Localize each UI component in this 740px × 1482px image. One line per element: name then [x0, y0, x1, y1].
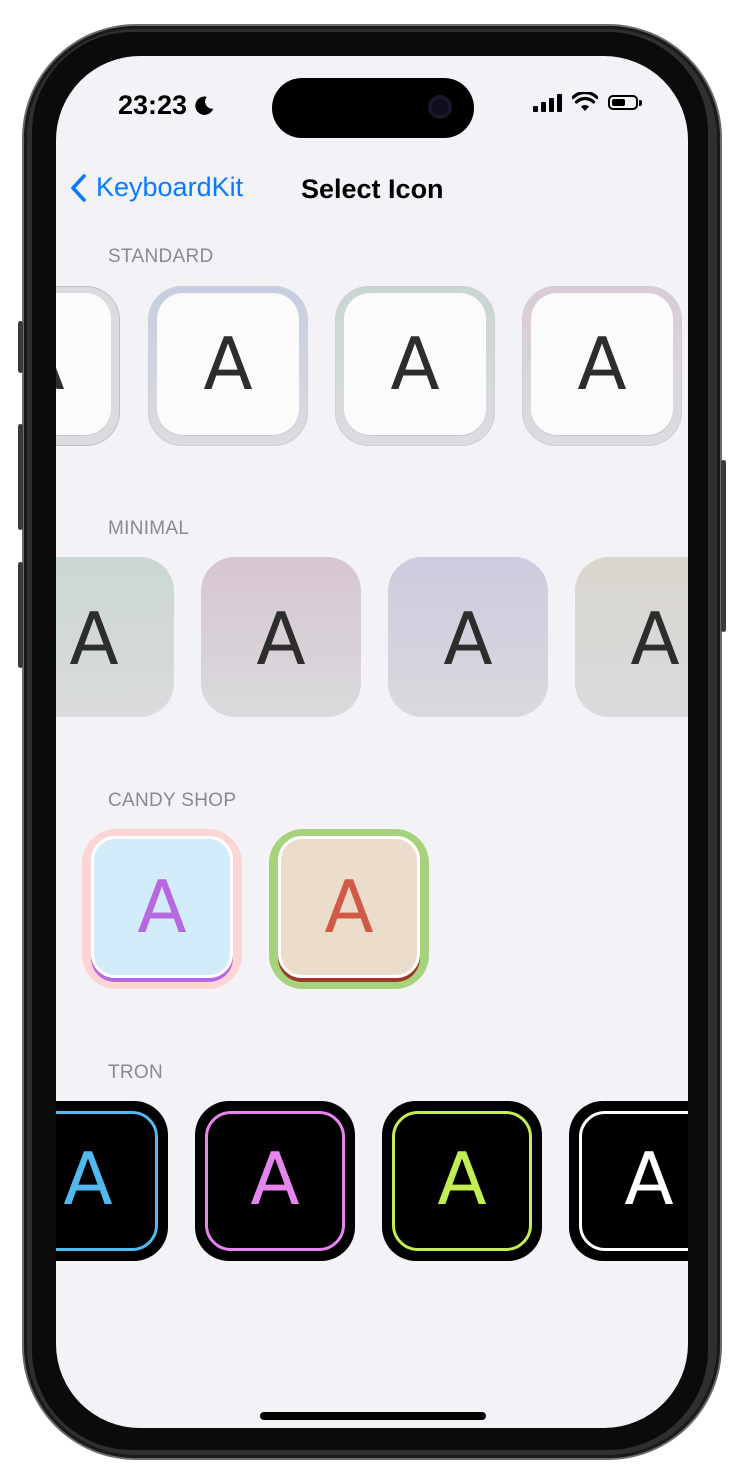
icon-letter: A [630, 597, 680, 681]
icon-letter: A [203, 322, 253, 406]
icon-letter: A [437, 1137, 487, 1221]
back-button-label: KeyboardKit [96, 172, 244, 202]
icon-option[interactable]: A [56, 1101, 168, 1261]
icon-letter: A [250, 1137, 300, 1221]
icon-letter: A [137, 865, 187, 949]
icon-option[interactable]: A [269, 829, 429, 989]
icon-option[interactable]: A [382, 1101, 542, 1261]
moon-icon [195, 96, 214, 115]
icon-letter: A [324, 865, 374, 949]
section-label-minimal: MINIMAL [108, 518, 190, 539]
icon-option[interactable]: A [522, 286, 682, 446]
icon-option[interactable]: A [82, 829, 242, 989]
icon-option[interactable]: A [195, 1101, 355, 1261]
icon-row-minimal: A A A A [56, 557, 688, 727]
dynamic-island [272, 78, 474, 138]
icon-option[interactable]: A [335, 286, 495, 446]
icon-letter: A [624, 1137, 674, 1221]
icon-letter: A [443, 597, 493, 681]
wifi-icon [572, 92, 598, 111]
section-label-standard: STANDARD [108, 246, 214, 267]
icon-option[interactable]: A [388, 557, 548, 717]
battery-icon [608, 94, 642, 110]
icon-letter: A [56, 328, 120, 400]
icon-option[interactable]: A [148, 286, 308, 446]
home-indicator[interactable] [260, 1412, 486, 1420]
icon-row-tron: A A A A [56, 1101, 688, 1271]
icon-letter: A [390, 322, 440, 406]
action-button [18, 321, 23, 373]
icon-row-candy-shop: A A [56, 829, 688, 999]
status-icons [533, 92, 642, 112]
cellular-signal-icon [533, 92, 562, 112]
icon-letter: A [69, 597, 119, 681]
clock-text: 23:23 [118, 90, 188, 120]
volume-up-button [18, 424, 23, 530]
page-title: Select Icon [301, 174, 444, 204]
volume-down-button [18, 562, 23, 668]
camera-lens [428, 95, 452, 119]
icon-option[interactable]: A [56, 286, 120, 446]
icon-option[interactable]: A [56, 557, 174, 717]
section-label-tron: TRON [108, 1062, 164, 1083]
icon-letter: A [63, 1137, 113, 1221]
icon-row-standard: A A A A [56, 286, 688, 456]
back-button[interactable]: KeyboardKit [70, 172, 243, 203]
status-time: 23:23 [118, 90, 215, 121]
icon-option[interactable]: A [201, 557, 361, 717]
power-button [721, 460, 726, 632]
icon-option[interactable]: A [569, 1101, 688, 1261]
icon-letter: A [577, 322, 627, 406]
icon-option[interactable]: A [575, 557, 688, 717]
screen: 23:23 KeyboardKit Select Icon STANDARD A… [56, 56, 688, 1428]
icon-letter: A [256, 597, 306, 681]
section-label-candy-shop: CANDY SHOP [108, 790, 237, 811]
chevron-left-icon [71, 173, 86, 202]
navigation-bar: KeyboardKit Select Icon [56, 164, 688, 216]
